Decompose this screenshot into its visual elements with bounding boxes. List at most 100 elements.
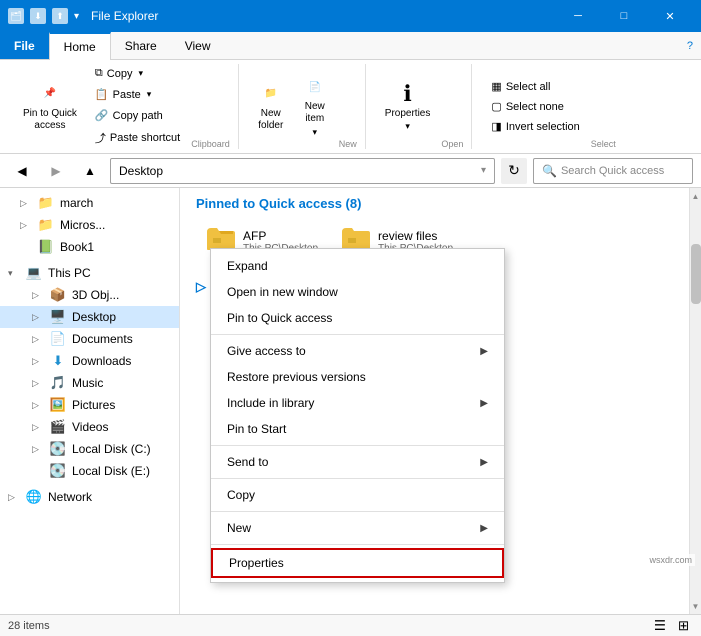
- details-view-btn[interactable]: ☰: [650, 616, 670, 636]
- folder-icon: 📁: [38, 195, 54, 211]
- tab-share[interactable]: Share: [111, 32, 171, 59]
- ctx-expand[interactable]: Expand: [211, 253, 504, 279]
- help-button[interactable]: ?: [679, 32, 701, 59]
- sidebar-item-label: Local Disk (C:): [72, 442, 151, 456]
- search-icon: 🔍: [542, 164, 557, 178]
- ctx-pin-start[interactable]: Pin to Start: [211, 416, 504, 442]
- sidebar-item-local-disk-e[interactable]: ▷ 💽 Local Disk (E:): [0, 460, 179, 482]
- back-button[interactable]: ◀: [8, 158, 36, 184]
- invert-selection-btn[interactable]: ◨ Invert selection: [484, 117, 586, 136]
- ctx-properties-label: Properties: [229, 556, 486, 570]
- properties-arrow[interactable]: ▾: [405, 121, 410, 132]
- sidebar-item-this-pc[interactable]: ▾ 💻 This PC: [0, 262, 179, 284]
- sidebar-item-music[interactable]: ▷ 🎵 Music: [0, 372, 179, 394]
- sidebar-item-label: Music: [72, 376, 103, 390]
- tab-file[interactable]: File: [0, 32, 49, 59]
- main-area: ▷ 📁 march ▷ 📁 Micros... ▷ 📗 Book1 ▾ 💻 Th…: [0, 188, 701, 614]
- new-item-arrow[interactable]: ▾: [313, 127, 318, 138]
- pin-to-quick-access-btn[interactable]: 📌 Pin to Quickaccess: [16, 77, 84, 137]
- scrollbar-up-btn[interactable]: ▲: [691, 188, 701, 204]
- sidebar-item-label: Micros...: [60, 218, 105, 232]
- ctx-include-library-arrow: ▶: [480, 398, 488, 409]
- sidebar-item-documents[interactable]: ▷ 📄 Documents: [0, 328, 179, 350]
- address-box[interactable]: Desktop ▾: [110, 158, 495, 184]
- ctx-restore-prev[interactable]: Restore previous versions: [211, 364, 504, 390]
- copy-path-btn[interactable]: 🔗 Copy path: [88, 106, 187, 125]
- up-button[interactable]: ▲: [76, 158, 104, 184]
- ctx-pin-quick-access[interactable]: Pin to Quick access: [211, 305, 504, 331]
- invert-icon: ◨: [491, 120, 501, 133]
- paste-shortcut-btn[interactable]: ⤴ Paste shortcut: [88, 127, 187, 149]
- maximize-button[interactable]: □: [601, 0, 647, 32]
- this-pc-icon: 💻: [26, 265, 42, 281]
- sidebar-item-3d-objects[interactable]: ▷ 📦 3D Obj...: [0, 284, 179, 306]
- ctx-pin-quick-access-label: Pin to Quick access: [227, 311, 488, 325]
- scrollbar-thumb[interactable]: [691, 244, 701, 304]
- sidebar-item-pictures[interactable]: ▷ 🖼️ Pictures: [0, 394, 179, 416]
- ctx-open-new-window[interactable]: Open in new window: [211, 279, 504, 305]
- grid-view-btn[interactable]: ⊞: [674, 616, 693, 636]
- sidebar-item-videos[interactable]: ▷ 🎬 Videos: [0, 416, 179, 438]
- sidebar-item-network[interactable]: ▷ 🌐 Network: [0, 486, 179, 508]
- expand-icon: ▷: [32, 400, 44, 411]
- close-button[interactable]: ✕: [647, 0, 693, 32]
- search-box[interactable]: 🔍 Search Quick access: [533, 158, 693, 184]
- copy-path-icon: 🔗: [95, 109, 109, 122]
- expand-icon: ▷: [32, 290, 44, 301]
- scrollbar-down-btn[interactable]: ▼: [691, 598, 701, 614]
- clipboard-small-btns: ⧉ Copy ▾ 📋 Paste ▾ 🔗 Copy path ⤴ Paste s…: [88, 64, 187, 149]
- qa-icon-3[interactable]: ⬆: [52, 8, 68, 24]
- ctx-new-label: New: [227, 521, 480, 535]
- status-bar: 28 items ☰ ⊞: [0, 614, 701, 636]
- ctx-give-access[interactable]: Give access to ▶: [211, 338, 504, 364]
- ctx-include-library[interactable]: Include in library ▶: [211, 390, 504, 416]
- title-bar-left: 🗂 ⬇ ⬆ ▾ File Explorer: [8, 8, 158, 24]
- sidebar-item-label: Network: [48, 490, 92, 504]
- ctx-expand-label: Expand: [227, 259, 488, 273]
- qa-icon-1[interactable]: 🗂: [8, 8, 24, 24]
- copy-dropdown[interactable]: ▾: [138, 68, 143, 79]
- copy-btn[interactable]: ⧉ Copy ▾: [88, 64, 187, 83]
- tab-home[interactable]: Home: [49, 32, 111, 60]
- new-item-btn[interactable]: 📄 Newitem ▾: [295, 70, 335, 143]
- properties-btn[interactable]: ℹ Properties ▾: [378, 77, 438, 137]
- folder-afp-name: AFP: [243, 229, 318, 243]
- address-bar: ◀ ▶ ▲ Desktop ▾ ↻ 🔍 Search Quick access: [0, 154, 701, 188]
- title-bar-arrow[interactable]: ▾: [74, 11, 79, 22]
- tab-view[interactable]: View: [171, 32, 225, 59]
- sidebar-item-local-disk-c[interactable]: ▷ 💽 Local Disk (C:): [0, 438, 179, 460]
- sidebar-item-march[interactable]: ▷ 📁 march: [0, 192, 179, 214]
- ctx-separator-4: [211, 511, 504, 512]
- item-count: 28 items: [8, 620, 50, 632]
- paste-dropdown[interactable]: ▾: [147, 89, 152, 100]
- minimize-button[interactable]: ─: [555, 0, 601, 32]
- paste-btn[interactable]: 📋 Paste ▾: [88, 85, 187, 104]
- sidebar-item-desktop[interactable]: ▷ 🖥️ Desktop: [0, 306, 179, 328]
- forward-button[interactable]: ▶: [42, 158, 70, 184]
- ctx-separator-2: [211, 445, 504, 446]
- ctx-new[interactable]: New ▶: [211, 515, 504, 541]
- sidebar-item-micros[interactable]: ▷ 📁 Micros...: [0, 214, 179, 236]
- select-all-btn[interactable]: ▦ Select all: [484, 77, 586, 96]
- sidebar-item-downloads[interactable]: ▷ ⬇ Downloads: [0, 350, 179, 372]
- new-folder-btn[interactable]: 📁 Newfolder: [251, 77, 291, 137]
- ctx-separator-1: [211, 334, 504, 335]
- pinned-section-header[interactable]: Pinned to Quick access (8): [196, 196, 673, 211]
- qa-icon-2[interactable]: ⬇: [30, 8, 46, 24]
- expand-icon: ▷: [32, 334, 44, 345]
- ctx-open-new-window-label: Open in new window: [227, 285, 488, 299]
- expand-icon: ▷: [32, 312, 44, 323]
- expand-icon: ▷: [32, 356, 44, 367]
- watermark: wsxdr.com: [646, 554, 695, 566]
- address-dropdown[interactable]: ▾: [481, 165, 486, 176]
- expand-icon: ▷: [32, 422, 44, 433]
- ctx-pin-start-label: Pin to Start: [227, 422, 488, 436]
- vertical-scrollbar[interactable]: ▲ ▼: [689, 188, 701, 614]
- ctx-copy[interactable]: Copy: [211, 482, 504, 508]
- ctx-send-to[interactable]: Send to ▶: [211, 449, 504, 475]
- sidebar-item-book1[interactable]: ▷ 📗 Book1: [0, 236, 179, 258]
- new-item-icon: 📄: [303, 75, 327, 99]
- ctx-properties[interactable]: Properties: [211, 548, 504, 578]
- select-none-btn[interactable]: ▢ Select none: [484, 97, 586, 116]
- refresh-button[interactable]: ↻: [501, 158, 527, 184]
